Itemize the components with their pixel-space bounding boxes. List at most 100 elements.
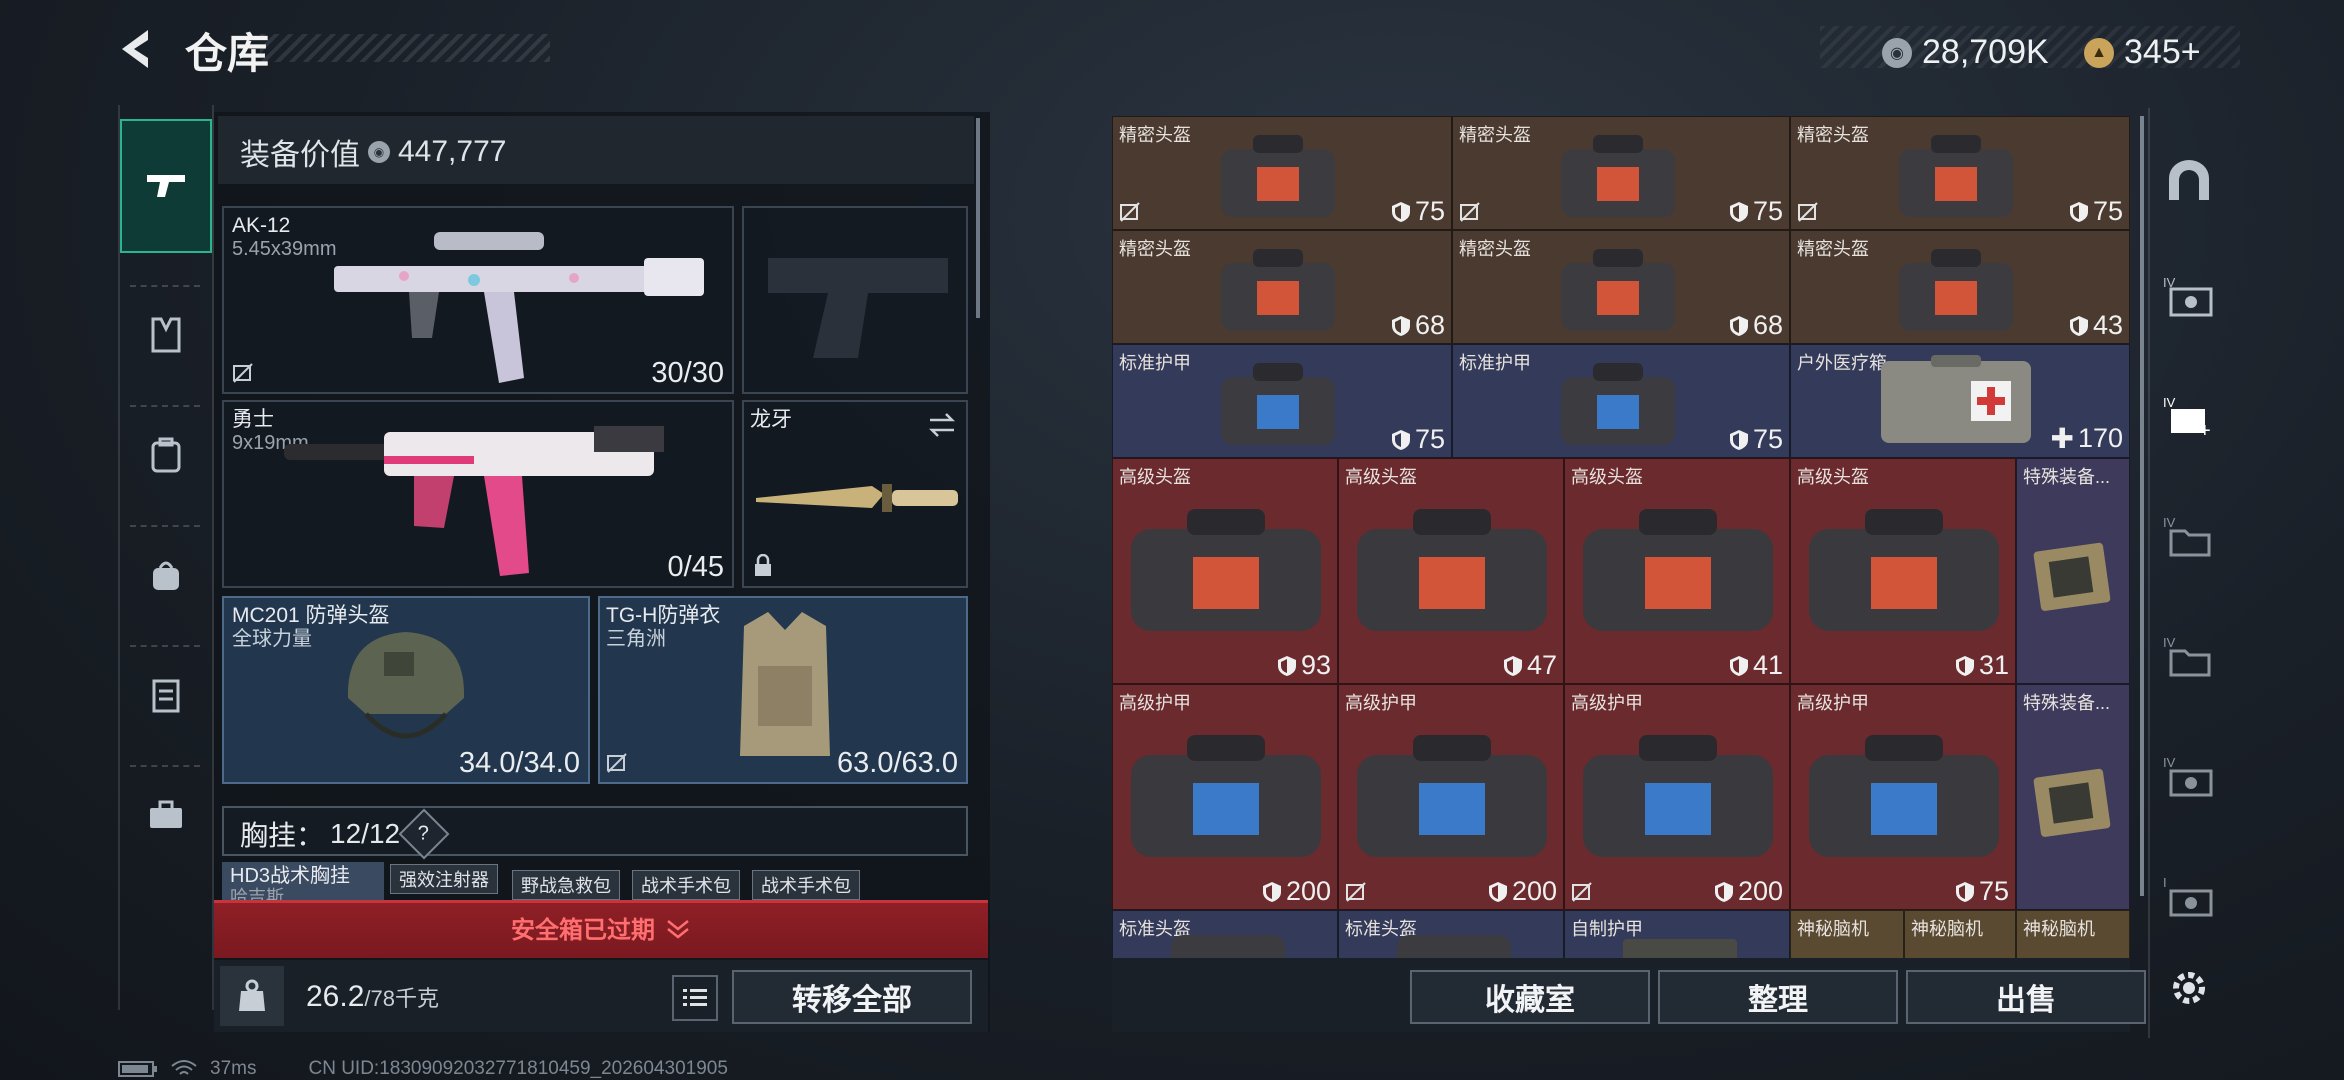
list-icon [683, 989, 707, 1006]
item-name: 精密头盔 [1459, 125, 1531, 145]
helmet-case-icon [1899, 135, 2013, 217]
grid-item[interactable]: 高级头盔 47 [1338, 458, 1564, 684]
grid-item[interactable]: 高级护甲 75 [1790, 684, 2016, 910]
gun-icon[interactable] [120, 119, 212, 253]
grid-item[interactable]: 精密头盔 68 [1112, 230, 1452, 344]
item-durability: 75 [1955, 876, 2009, 907]
item-durability: 200 [1488, 876, 1557, 907]
grid-item[interactable]: 高级护甲 200 [1564, 684, 1790, 910]
safe-box-expired[interactable]: 安全箱已过期 [214, 910, 988, 945]
shield-icon [1729, 655, 1748, 676]
item-durability: 68 [1729, 310, 1783, 341]
shield-icon [1503, 655, 1522, 676]
chip-injector[interactable]: 强效注射器 [390, 864, 498, 894]
organize-button[interactable]: 整理 [1658, 970, 1898, 1024]
grid-item[interactable]: 标准头盔 [1112, 910, 1338, 958]
chip-surgery-kit[interactable]: 战术手术包 [752, 870, 860, 900]
item-name: 高级护甲 [1119, 693, 1191, 713]
helmet-case-icon [1221, 135, 1335, 217]
vest-icon[interactable] [120, 295, 212, 375]
all-items-filter-icon[interactable] [2158, 150, 2220, 210]
helmet-case-icon [1221, 249, 1335, 331]
secondary-weapon-slot[interactable]: 勇士 9x19mm 0/45 [222, 400, 734, 588]
equipment-scrollbar[interactable] [976, 118, 980, 318]
grid-item[interactable]: 特殊装备... [2016, 458, 2130, 684]
grid-item[interactable]: 标准护甲 75 [1452, 344, 1790, 458]
silver-currency[interactable]: ◉ 28,709K [1882, 33, 2049, 72]
swap-icon[interactable] [926, 412, 958, 438]
grid-item[interactable]: 标准护甲 75 [1112, 344, 1452, 458]
stash-scrollbar[interactable] [2140, 116, 2144, 896]
sell-button[interactable]: 出售 [1906, 970, 2146, 1024]
grid-item[interactable]: 神秘脑机 [1904, 910, 2016, 958]
bag-icon[interactable] [120, 535, 212, 615]
shield-icon [1277, 655, 1296, 676]
equipment-value-amount: 447,777 [398, 135, 507, 168]
grid-item[interactable]: 高级护甲 200 [1112, 684, 1338, 910]
grid-item[interactable]: 高级头盔 41 [1564, 458, 1790, 684]
grid-item[interactable]: 自制护甲 [1564, 910, 1790, 958]
grid-item[interactable]: 精密头盔 75 [1452, 116, 1790, 230]
chip-surgery-kit[interactable]: 战术手术包 [632, 870, 740, 900]
chip-first-aid[interactable]: 野战急救包 [512, 870, 620, 900]
item-durability: 75 [1729, 196, 1783, 227]
grid-item[interactable]: 神秘脑机 [2016, 910, 2130, 958]
briefcase-icon[interactable] [120, 775, 212, 855]
equipment-value: 装备价值 ◉ 447,777 [240, 130, 506, 174]
clipboard-icon[interactable] [120, 655, 212, 735]
grid-item[interactable]: 精密头盔 43 [1790, 230, 2130, 344]
grid-item[interactable]: 精密头盔 75 [1112, 116, 1452, 230]
battery-icon [118, 1061, 157, 1077]
item-name: 标准护甲 [1459, 353, 1531, 373]
stash-iv-filter-icon[interactable]: IV [2158, 266, 2220, 326]
not-repairable-icon [233, 363, 253, 383]
grid-item[interactable]: 神秘脑机 [1790, 910, 1904, 958]
folder-iv-filter-icon[interactable]: IV [2158, 506, 2220, 566]
lock-icon [755, 554, 771, 576]
item-name: 神秘脑机 [1797, 919, 1869, 939]
grid-item[interactable]: 高级头盔 93 [1112, 458, 1338, 684]
camera-iv-filter-icon[interactable]: IV [2158, 746, 2220, 806]
smg-weapon-icon [284, 426, 664, 576]
item-durability: 43 [2069, 310, 2123, 341]
item-name: 高级头盔 [1797, 467, 1869, 487]
svg-text:IV: IV [2163, 635, 2176, 650]
grid-item[interactable]: 标准头盔 [1338, 910, 1564, 958]
grid-item[interactable]: 精密头盔 68 [1452, 230, 1790, 344]
help-icon[interactable]: ? [398, 808, 450, 860]
collection-room-button[interactable]: 收藏室 [1410, 970, 1650, 1024]
list-view-button[interactable] [672, 975, 718, 1021]
silver-amount: 28,709K [1922, 33, 2049, 71]
helmet-case-icon [1171, 935, 1285, 958]
item-durability: 31 [1955, 650, 2009, 681]
back-icon[interactable] [112, 24, 162, 74]
pistol-slot-empty[interactable] [742, 206, 968, 394]
helmet-sub: 全球力量 [232, 628, 312, 650]
grid-item[interactable]: 特殊装备... [2016, 684, 2130, 910]
helmet-icon [347, 632, 465, 739]
camera-i-filter-icon[interactable]: I [2158, 866, 2220, 926]
medical-iv-filter-icon[interactable]: IV + [2158, 386, 2220, 446]
backpack-icon[interactable] [120, 415, 212, 495]
helmet-slot[interactable]: MC201 防弹头盔 全球力量 34.0/34.0 [222, 596, 590, 784]
melee-slot[interactable]: 龙牙 [742, 400, 968, 588]
svg-text:+: + [2199, 420, 2211, 439]
primary-weapon-slot[interactable]: AK-12 5.45x39mm 30/30 [222, 206, 734, 394]
settings-gear-icon[interactable] [2158, 958, 2220, 1018]
armor-slot[interactable]: TG-H防弹衣 三角洲 63.0/63.0 [598, 596, 968, 784]
chest-rig-item[interactable]: HD3战术胸挂 哈吉斯 [222, 862, 384, 902]
gold-currency[interactable]: ▲ 345+ [2084, 33, 2201, 72]
helmet-case-icon [1583, 509, 1773, 631]
chevron-down-icon [667, 919, 689, 939]
weight-display: 26.2/78千克 [306, 980, 439, 1014]
grid-item[interactable]: 高级护甲 200 [1338, 684, 1564, 910]
chest-rig-name: HD3战术胸挂 [230, 865, 351, 887]
item-name: 精密头盔 [1797, 239, 1869, 259]
grid-item[interactable]: 精密头盔 75 [1790, 116, 2130, 230]
grid-item[interactable]: 高级头盔 31 [1790, 458, 2016, 684]
folder-iv-filter-icon[interactable]: IV [2158, 626, 2220, 686]
transfer-all-button[interactable]: 转移全部 [732, 970, 972, 1024]
grid-item[interactable]: 户外医疗箱 ✚ 170 [1790, 344, 2130, 458]
helmet-case-icon [1899, 249, 2013, 331]
armor-case-icon [1583, 735, 1773, 857]
